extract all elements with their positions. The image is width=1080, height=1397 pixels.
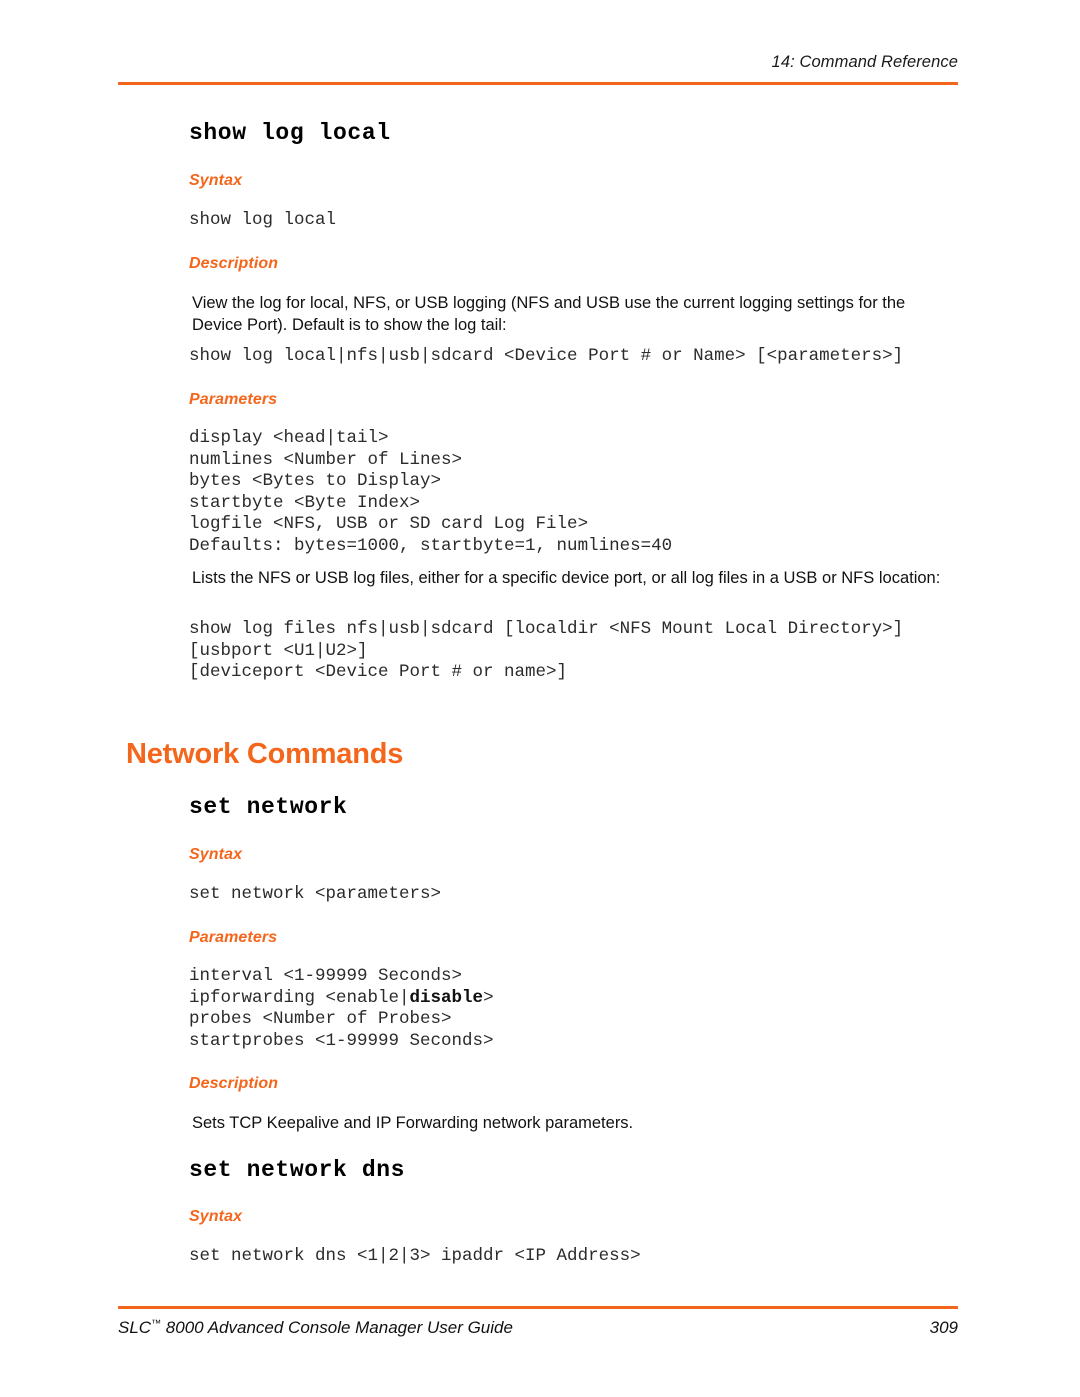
page-footer: SLC™ 8000 Advanced Console Manager User … — [118, 1318, 958, 1344]
footer-divider-rule — [118, 1306, 958, 1309]
description-paragraph-show-log-local: View the log for local, NFS, or USB logg… — [192, 294, 906, 334]
description-paragraph-set-network: Sets TCP Keepalive and IP Forwarding net… — [192, 1114, 634, 1132]
ipforwarding-prefix: ipforwarding <enable| — [189, 987, 410, 1008]
description-syntax-show-log-local: show log local|nfs|usb|sdcard <Device Po… — [189, 346, 904, 366]
syntax-show-log-local: show log local — [189, 210, 337, 230]
label-description-show-log-local: Description — [189, 255, 279, 272]
ipforwarding-suffix: > — [483, 987, 494, 1008]
label-description-set-network: Description — [189, 1075, 279, 1092]
footer-page-number: 309 — [929, 1318, 958, 1337]
document-page: 14: Command Reference show log local Syn… — [0, 0, 1080, 1397]
header-divider-rule — [118, 82, 958, 85]
label-parameters-show-log-local: Parameters — [189, 391, 278, 408]
command-heading-set-network: set network — [189, 794, 348, 820]
list-syntax-show-log-local: show log files nfs|usb|sdcard [localdir … — [189, 619, 904, 682]
header-chapter-title: 14: Command Reference — [771, 53, 958, 71]
parameters-line-probes: probes <Number of Probes> — [189, 1009, 452, 1029]
running-header: 14: Command Reference — [118, 52, 958, 72]
section-heading-network-commands: Network Commands — [126, 738, 404, 770]
syntax-set-network-dns: set network dns <1|2|3> ipaddr <IP Addre… — [189, 1246, 641, 1266]
parameters-line-ipforwarding: ipforwarding <enable|disable> — [189, 988, 494, 1010]
label-syntax-set-network-dns: Syntax — [189, 1208, 243, 1225]
label-syntax-show-log-local: Syntax — [189, 172, 243, 189]
label-syntax-set-network: Syntax — [189, 846, 243, 863]
list-paragraph-show-log-local: Lists the NFS or USB log files, either f… — [192, 569, 941, 587]
command-heading-show-log-local: show log local — [189, 120, 391, 146]
command-heading-set-network-dns: set network dns — [189, 1157, 406, 1183]
ipforwarding-default-value: disable — [409, 987, 484, 1008]
parameters-line-startprobes: startprobes <1-99999 Seconds> — [189, 1030, 494, 1051]
parameters-line-interval: interval <1-99999 Seconds> — [189, 966, 463, 986]
footer-document-title: SLC™ 8000 Advanced Console Manager User … — [118, 1318, 513, 1337]
syntax-set-network: set network <parameters> — [189, 884, 442, 904]
label-parameters-set-network: Parameters — [189, 929, 278, 946]
parameters-block-show-log-local: display <head|tail> numlines <Number of … — [189, 428, 673, 556]
